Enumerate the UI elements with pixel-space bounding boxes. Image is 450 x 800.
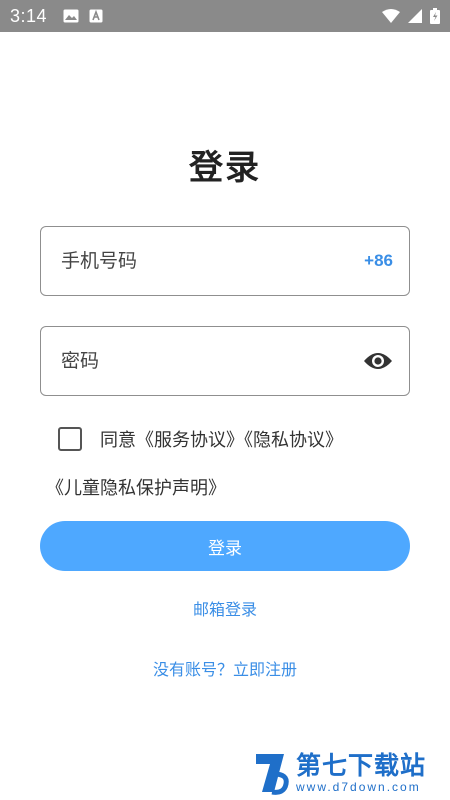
agreement-text: 同意《服务协议》《隐私协议》 [100, 426, 343, 452]
eye-icon[interactable] [363, 350, 393, 372]
agreement-checkbox[interactable] [58, 427, 82, 451]
status-time: 3:14 [10, 5, 48, 26]
status-bar: 3:14 [0, 0, 450, 32]
status-right-icons [382, 8, 440, 24]
wifi-icon [382, 9, 400, 23]
country-code-selector[interactable]: +86 [364, 251, 393, 271]
register-link[interactable]: 没有账号？立即注册 [0, 656, 450, 680]
agreement-prefix: 同意 [100, 430, 136, 451]
a-badge-icon [89, 9, 103, 23]
battery-icon [430, 8, 440, 24]
watermark-title: 第七下载站 [296, 751, 427, 780]
image-icon [63, 9, 79, 23]
page-title: 登录 [189, 148, 261, 188]
phone-field[interactable]: +86 [40, 226, 410, 296]
service-terms-link[interactable]: 《服务协议》 [136, 430, 244, 451]
child-privacy-link[interactable]: 《儿童隐私保护声明》 [46, 474, 226, 500]
watermark-logo [252, 750, 290, 796]
login-button[interactable]: 登录 [40, 521, 410, 571]
password-input[interactable] [61, 350, 363, 372]
watermark: 第七下载站 www.d7down.com [252, 748, 448, 798]
watermark-text: 第七下载站 www.d7down.com [296, 751, 427, 795]
privacy-policy-link[interactable]: 《隐私协议》 [244, 430, 343, 451]
status-left-icons [63, 9, 103, 23]
signal-icon [408, 9, 422, 23]
phone-input[interactable] [61, 250, 365, 272]
agreement-row: 同意《服务协议》《隐私协议》 [58, 426, 343, 452]
watermark-url: www.d7down.com [296, 780, 421, 794]
email-login-link[interactable]: 邮箱登录 [0, 596, 450, 620]
password-field[interactable] [40, 326, 410, 396]
